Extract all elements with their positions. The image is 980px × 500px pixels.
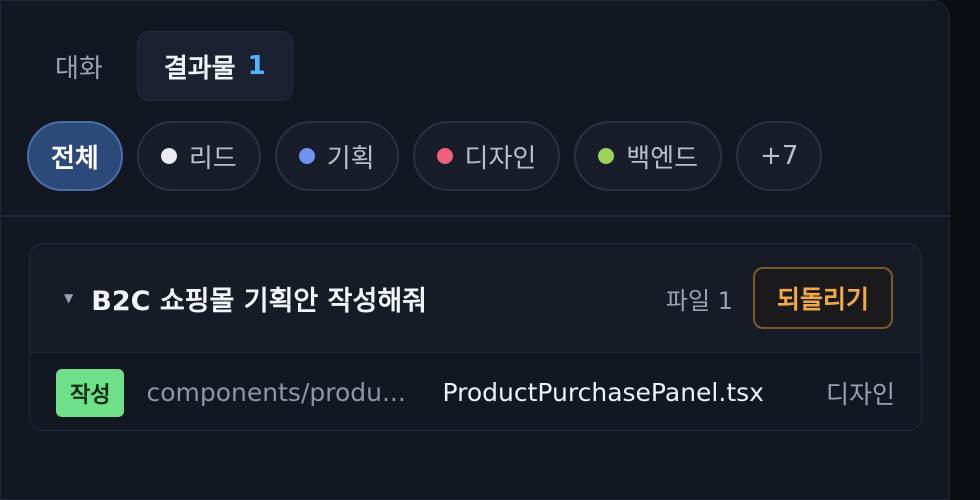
divider (1, 215, 951, 217)
status-badge: 작성 (56, 368, 125, 417)
file-role: 디자인 (825, 379, 895, 409)
dot-icon (598, 148, 615, 164)
role-filter-chips: 전체 리드 기획 디자인 백엔드 +7 (27, 121, 823, 191)
file-name: ProductPurchasePanel.tsx (442, 378, 764, 407)
chip-label: 기획 (326, 143, 375, 174)
filter-chip-more[interactable]: +7 (736, 121, 823, 191)
dot-icon (436, 148, 453, 164)
result-title: B2C 쇼핑몰 기획안 작성해줘 (91, 285, 428, 317)
filter-chip-planning[interactable]: 기획 (274, 121, 399, 191)
file-path: components/produ... (146, 378, 406, 407)
dot-icon (160, 148, 177, 164)
panel-tabs: 대화 결과물 1 (29, 31, 293, 101)
revert-button[interactable]: 되돌리기 (752, 267, 893, 329)
caret-down-icon[interactable]: ▼ (64, 291, 73, 305)
tab-label: 결과물 (163, 53, 236, 84)
result-card-header[interactable]: ▼ B2C 쇼핑몰 기획안 작성해줘 파일 1 되돌리기 (30, 244, 921, 352)
chip-label: 전체 (51, 143, 99, 174)
chip-label: 리드 (188, 143, 237, 174)
file-row[interactable]: 작성 components/produ... ProductPurchasePa… (30, 352, 921, 430)
filter-chip-lead[interactable]: 리드 (136, 121, 261, 191)
tab-results[interactable]: 결과물 1 (136, 31, 293, 101)
filter-chip-all[interactable]: 전체 (27, 121, 123, 191)
result-card: ▼ B2C 쇼핑몰 기획안 작성해줘 파일 1 되돌리기 작성 componen… (29, 243, 922, 431)
tab-count: 1 (247, 51, 266, 81)
results-panel: 대화 결과물 1 전체 리드 기획 디자인 백엔드 +7 ▼ B2C 쇼핑몰 기… (0, 0, 951, 500)
filter-chip-backend[interactable]: 백엔드 (574, 121, 723, 191)
dot-icon (298, 148, 315, 164)
filter-chip-design[interactable]: 디자인 (412, 121, 561, 191)
tab-conversation[interactable]: 대화 (29, 31, 129, 101)
chip-label: +7 (760, 141, 799, 171)
chip-label: 디자인 (464, 143, 537, 174)
tab-label: 대화 (55, 53, 103, 84)
file-count: 파일 1 (665, 286, 733, 315)
chip-label: 백엔드 (626, 143, 699, 174)
